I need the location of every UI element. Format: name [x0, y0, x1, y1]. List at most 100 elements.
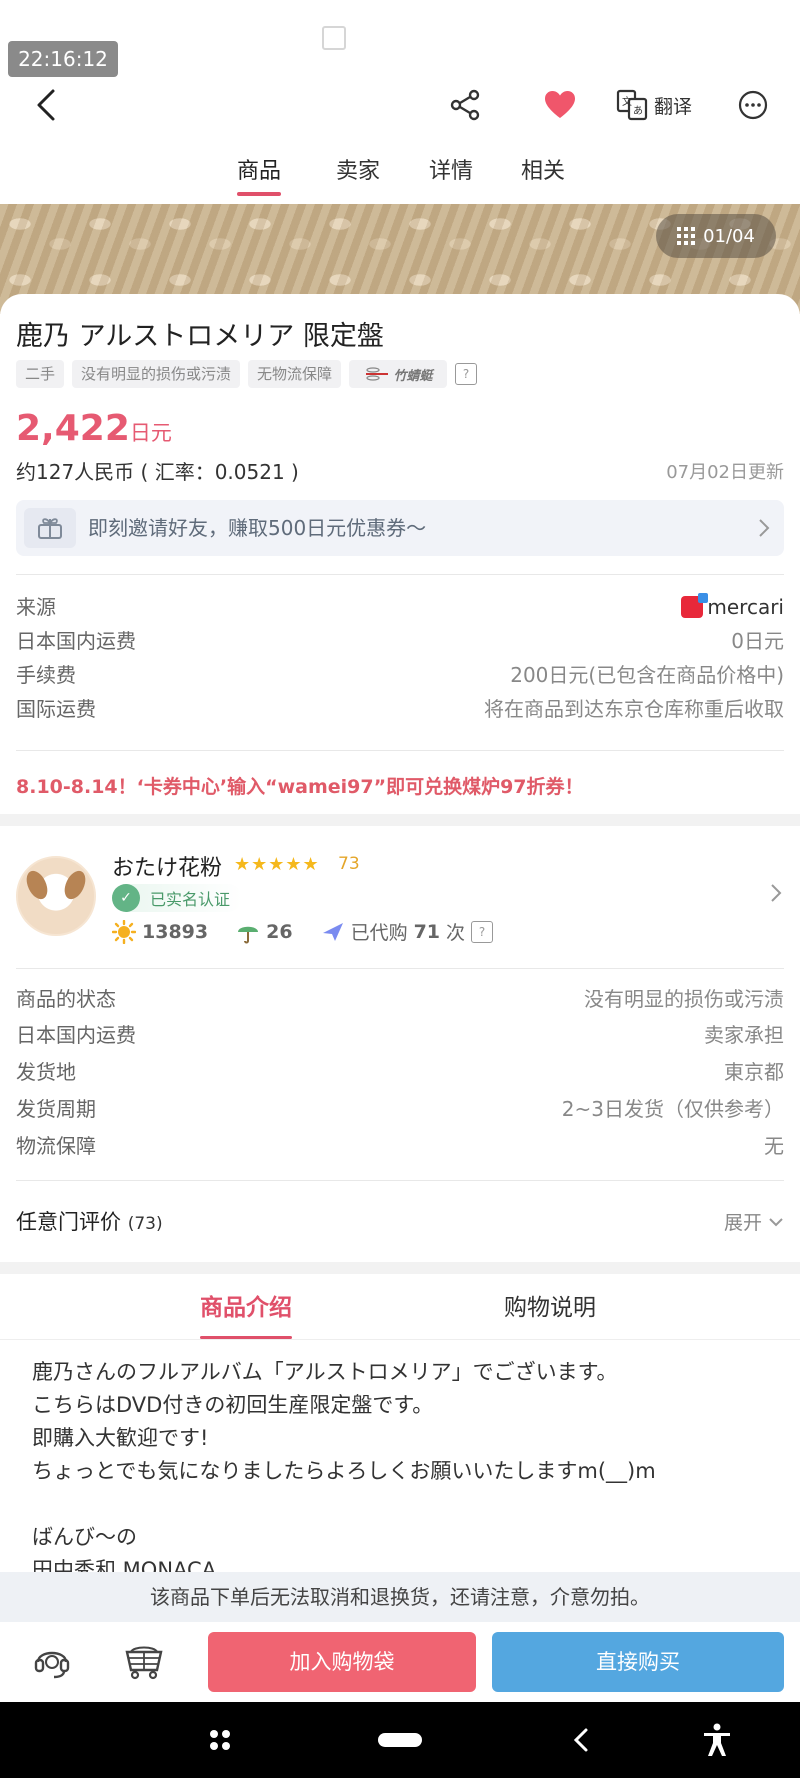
- tab-shopping-notes[interactable]: 购物说明: [504, 1288, 596, 1328]
- fee-key: 手续费: [16, 663, 76, 687]
- no-return-notice: 该商品下单后无法取消和退换货，还请注意，介意勿拍。: [0, 1572, 800, 1622]
- updated-date: 07月02日更新: [666, 462, 784, 483]
- more-button[interactable]: [736, 83, 770, 127]
- svg-text:あ: あ: [633, 105, 643, 117]
- rating-count: 73: [338, 854, 360, 874]
- fee-key: 国际运费: [16, 697, 96, 721]
- detail-row-cycle: 发货周期 2~3日发货（仅供参考）: [16, 1092, 784, 1126]
- seller-stats: 13893 26 已代购 71 次 ?: [112, 918, 521, 945]
- plane-icon: [322, 922, 343, 941]
- accessibility-button[interactable]: [700, 1718, 734, 1762]
- expand-button[interactable]: 展开: [724, 1208, 784, 1235]
- detail-key: 物流保障: [16, 1134, 96, 1158]
- buy-now-button[interactable]: 直接购买: [492, 1632, 784, 1692]
- translate-label: 翻译: [654, 95, 693, 118]
- back-button[interactable]: [28, 81, 64, 129]
- bottom-action-bar: 加入购物袋 直接购买: [0, 1622, 800, 1702]
- detail-value: 卖家承担: [704, 1023, 784, 1047]
- home-pill-icon: [378, 1733, 422, 1747]
- reviews-row[interactable]: 任意门评价 (73) 展开: [16, 1200, 784, 1242]
- translate-button[interactable]: 文あ 翻译: [616, 83, 736, 127]
- price-unit: 日元: [129, 421, 172, 445]
- mercari-icon: [681, 593, 709, 618]
- detail-key: 发货周期: [16, 1097, 96, 1121]
- customer-service-button[interactable]: [28, 1636, 76, 1684]
- umbrella-count: 26: [266, 920, 293, 943]
- fee-value: 将在商品到达东京仓库称重后收取: [484, 697, 784, 721]
- detail-row-origin: 发货地 東京都: [16, 1055, 784, 1089]
- divider: [16, 968, 784, 969]
- product-description: 鹿乃さんのフルアルバム「アルストロメリア」でございます。 こちらはDVD付きの初…: [32, 1356, 772, 1587]
- umbrella-icon: [238, 926, 259, 943]
- seller-card[interactable]: おたけ花粉 ★★★★★ 73 ✓ 已实名认证 13893 26 已代购 71 次…: [0, 832, 800, 962]
- rmb-conversion: 约127人民币 ( 汇率：0.0521 ): [16, 460, 299, 484]
- svg-text:文: 文: [622, 95, 632, 108]
- product-info-card: 鹿乃 アルストロメリア 限定盤 二手 没有明显的损伤或污渍 无物流保障 竹蜻蜓 …: [0, 294, 800, 814]
- divider: [16, 750, 784, 751]
- chevron-right-icon: [771, 884, 782, 902]
- notification-icon: [322, 26, 346, 50]
- cart-icon: [125, 1646, 163, 1680]
- tab-product[interactable]: 商品: [237, 150, 282, 198]
- detail-row-condition: 商品的状态 没有明显的损伤或污渍: [16, 982, 784, 1016]
- description-line: こちらはDVD付きの初回生産限定盤です。: [32, 1393, 434, 1417]
- detail-row-logistics: 物流保障 无: [16, 1129, 784, 1163]
- top-bar: 文あ 翻译: [0, 75, 800, 135]
- dragonfly-icon: [365, 367, 388, 381]
- purchased-suffix: 次: [446, 922, 466, 944]
- fee-value: 200日元(已包含在商品价格中): [510, 663, 784, 687]
- description-line: 鹿乃さんのフルアルバム「アルストロメリア」でございます。: [32, 1360, 618, 1384]
- verified-badge: ✓ 已实名认证: [112, 884, 243, 912]
- tab-product-intro[interactable]: 商品介绍: [200, 1288, 292, 1339]
- seller-avatar[interactable]: [16, 856, 96, 936]
- grid-icon: [677, 227, 696, 245]
- back-nav-icon: [573, 1728, 588, 1752]
- price-number: 2,422: [16, 408, 130, 449]
- shield-check-icon: ✓: [112, 884, 140, 912]
- chevron-down-icon: [769, 1217, 783, 1226]
- detail-value: 没有明显的损伤或污渍: [584, 987, 784, 1011]
- invite-banner[interactable]: 即刻邀请好友，赚取500日元优惠券～: [16, 500, 784, 556]
- section-tabs: 商品 卖家 详情 相关: [0, 150, 800, 200]
- fee-key: 日本国内运费: [16, 629, 136, 653]
- add-to-bag-button[interactable]: 加入购物袋: [208, 1632, 476, 1692]
- photo-counter[interactable]: 01/04: [656, 214, 776, 258]
- share-button[interactable]: [446, 83, 486, 127]
- tag-condition-used: 二手: [16, 360, 65, 388]
- help-icon[interactable]: ?: [471, 920, 494, 943]
- tab-seller[interactable]: 卖家: [336, 150, 380, 198]
- tab-related[interactable]: 相关: [521, 150, 565, 198]
- apps-grid-icon: [210, 1730, 230, 1750]
- back-nav-button[interactable]: [566, 1718, 596, 1762]
- promo-text: 8.10-8.14！‘卡券中心’输入“wamei97”即可兑换煤炉97折券！: [16, 776, 584, 798]
- carrier-tag-text: 竹蜻蜓: [393, 368, 433, 384]
- section-gap: [0, 1262, 800, 1274]
- description-tabs: 商品介绍 购物说明: [0, 1288, 800, 1340]
- carrier-tag: 竹蜻蜓: [349, 360, 448, 388]
- status-time: 22:16:12: [8, 41, 118, 77]
- tab-details[interactable]: 详情: [429, 150, 473, 198]
- system-nav-bar: [0, 1702, 800, 1778]
- heart-icon: [545, 91, 575, 118]
- accessibility-icon: [704, 1723, 730, 1756]
- seller-name: おたけ花粉: [112, 856, 223, 881]
- home-button[interactable]: [376, 1718, 424, 1762]
- fee-row-source: 来源 mercari: [16, 590, 784, 624]
- product-title: 鹿乃 アルストロメリア 限定盤: [16, 321, 384, 352]
- translate-icon: 文あ: [616, 89, 648, 121]
- photo-counter-text: 01/04: [703, 225, 755, 247]
- sun-icon: [112, 919, 136, 944]
- help-icon[interactable]: ?: [455, 363, 478, 385]
- apps-button[interactable]: [200, 1718, 240, 1762]
- mercari-text: mercari: [707, 595, 784, 619]
- cart-button[interactable]: [120, 1636, 168, 1684]
- detail-key: 发货地: [16, 1060, 76, 1084]
- detail-key: 日本国内运费: [16, 1023, 136, 1047]
- fee-row-domestic: 日本国内运费 0日元: [16, 624, 784, 658]
- fee-row-service: 手续费 200日元(已包含在商品价格中): [16, 658, 784, 692]
- fee-value: 0日元: [731, 629, 784, 653]
- mercari-logo: mercari: [681, 590, 784, 628]
- favorite-button[interactable]: [540, 83, 580, 127]
- detail-row-shipping: 日本国内运费 卖家承担: [16, 1018, 784, 1052]
- gift-icon: [24, 508, 76, 548]
